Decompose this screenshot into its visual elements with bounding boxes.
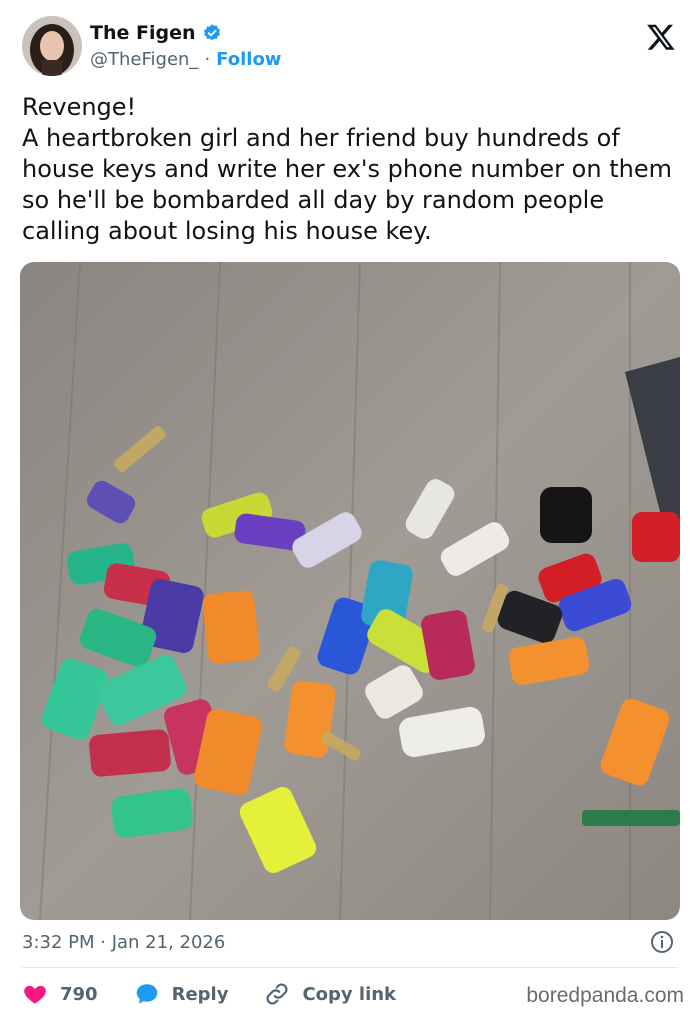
reply-label: Reply bbox=[171, 983, 229, 1005]
follow-button[interactable]: Follow bbox=[216, 49, 281, 70]
tweet-header: The Figen @TheFigen_ · Follow bbox=[22, 16, 682, 80]
display-name[interactable]: The Figen bbox=[90, 22, 196, 44]
avatar[interactable] bbox=[22, 16, 82, 76]
reply-bubble-icon bbox=[136, 984, 157, 1004]
like-count: 790 bbox=[60, 983, 98, 1005]
link-icon bbox=[266, 983, 288, 1005]
divider bbox=[22, 967, 678, 968]
tweet-media-photo[interactable] bbox=[20, 262, 680, 920]
info-icon[interactable] bbox=[650, 930, 674, 954]
reply-button[interactable]: Reply bbox=[134, 981, 229, 1007]
copy-link-button[interactable]: Copy link bbox=[264, 981, 396, 1007]
heart-icon bbox=[24, 985, 46, 1004]
handle-separator: · bbox=[204, 49, 211, 70]
like-button[interactable]: 790 bbox=[22, 981, 98, 1007]
tweet-text: Revenge! A heartbroken girl and her frie… bbox=[22, 93, 672, 245]
watermark: boredpanda.com bbox=[526, 984, 684, 1007]
tweet-timestamp[interactable]: 3:32 PM · Jan 21, 2026 bbox=[22, 932, 225, 953]
verified-badge-icon bbox=[203, 24, 220, 41]
copy-link-label: Copy link bbox=[302, 983, 397, 1005]
timestamp-row: 3:32 PM · Jan 21, 2026 bbox=[22, 930, 678, 954]
x-logo-icon[interactable] bbox=[646, 22, 676, 52]
tweet-actions: 790 Reply Copy link bbox=[22, 980, 432, 1008]
user-handle[interactable]: @TheFigen_ bbox=[90, 49, 198, 70]
